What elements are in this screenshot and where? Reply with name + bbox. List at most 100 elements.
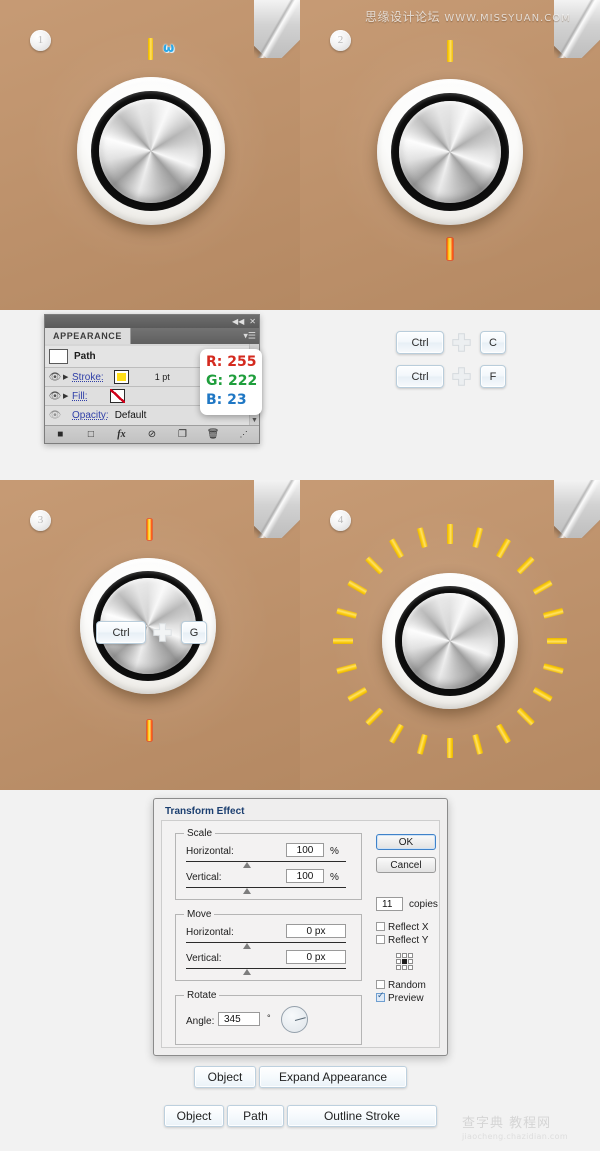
- checkbox-reflect-y[interactable]: Reflect Y: [376, 935, 428, 946]
- angle-dial[interactable]: [281, 1006, 308, 1033]
- anchor-cell-selected[interactable]: [402, 959, 407, 964]
- key-f[interactable]: F: [480, 365, 506, 388]
- artboard-panel-1: 1 ω: [0, 0, 300, 310]
- slider-thumb[interactable]: [243, 943, 251, 949]
- input-copies[interactable]: 11: [376, 897, 403, 911]
- anchor-cell[interactable]: [396, 965, 401, 970]
- panel-menu-icon[interactable]: ▾☰: [243, 331, 256, 341]
- close-icon[interactable]: ✕: [249, 317, 256, 326]
- menu-button-outline-stroke[interactable]: Outline Stroke: [287, 1105, 437, 1127]
- menu-button-expand-appearance[interactable]: Expand Appearance: [259, 1066, 407, 1088]
- key-g[interactable]: G: [181, 621, 207, 644]
- checkbox-box: [376, 980, 385, 989]
- slider-scale-vertical[interactable]: [186, 887, 346, 894]
- slider-thumb[interactable]: [243, 888, 251, 894]
- resize-grip-icon[interactable]: ⋰: [234, 430, 254, 439]
- radial-tick: [416, 733, 428, 755]
- opacity-value[interactable]: Default: [115, 410, 147, 421]
- key-ctrl-3[interactable]: Ctrl: [96, 621, 146, 644]
- row-label-fill[interactable]: Fill:: [72, 391, 88, 402]
- checkbox-preview[interactable]: Preview: [376, 990, 424, 1004]
- anchor-cell[interactable]: [396, 959, 401, 964]
- unit-scale-horizontal: %: [330, 846, 339, 857]
- input-scale-vertical[interactable]: 100: [286, 869, 324, 883]
- watermark-bottom-cn: 查字典 教程网: [462, 1116, 552, 1131]
- slider-thumb[interactable]: [243, 862, 251, 868]
- slider-move-horizontal[interactable]: [186, 942, 346, 949]
- duplicate-item-icon[interactable]: ❐: [173, 429, 193, 440]
- step-badge-3: 3: [30, 510, 51, 531]
- visibility-eye-icon[interactable]: 👁: [47, 372, 63, 383]
- radial-tick: [336, 663, 358, 675]
- input-move-vertical[interactable]: 0 px: [286, 950, 346, 964]
- rgb-red-value: R: 255: [206, 354, 257, 370]
- fieldset-scale: Scale Horizontal: 100 % Vertical: 100 %: [175, 828, 362, 900]
- radial-tick: [388, 723, 405, 744]
- fieldset-rotate: Rotate Angle: 345 °: [175, 990, 362, 1045]
- radial-tick: [542, 663, 564, 675]
- chrome-knob[interactable]: [77, 77, 225, 225]
- ok-button[interactable]: OK: [376, 834, 436, 850]
- radial-tick: [388, 538, 405, 559]
- label-scale-horizontal: Horizontal:: [186, 846, 234, 857]
- appearance-titlebar: ◀◀ ✕: [45, 315, 259, 328]
- appearance-tabrow: APPEARANCE ▾☰: [45, 328, 259, 344]
- disclosure-triangle-icon[interactable]: ▶: [63, 392, 72, 400]
- visibility-eye-icon[interactable]: 👁: [47, 391, 63, 402]
- add-effect-fx-icon[interactable]: fx: [111, 429, 131, 440]
- key-c[interactable]: C: [480, 331, 506, 354]
- key-ctrl-1[interactable]: Ctrl: [396, 331, 444, 354]
- dialog-inner-frame: Scale Horizontal: 100 % Vertical: 100 % …: [161, 820, 440, 1048]
- anchor-point-grid[interactable]: [396, 953, 413, 970]
- menu-button-object-2[interactable]: Object: [164, 1105, 224, 1127]
- label-copies: copies: [409, 899, 438, 910]
- cancel-button[interactable]: Cancel: [376, 857, 436, 873]
- checkbox-label: Random: [388, 980, 426, 991]
- fill-none-swatch[interactable]: [109, 389, 125, 403]
- label-rotate-angle: Angle:: [186, 1016, 215, 1027]
- stroke-weight-value[interactable]: 1 pt: [155, 372, 170, 382]
- collapse-icon[interactable]: ◀◀: [232, 317, 244, 326]
- slider-thumb[interactable]: [243, 969, 251, 975]
- menu-button-object-1[interactable]: Object: [194, 1066, 256, 1088]
- scroll-down-icon[interactable]: ▼: [251, 417, 258, 424]
- menu-button-path[interactable]: Path: [227, 1105, 284, 1127]
- label-scale-vertical: Vertical:: [186, 872, 222, 883]
- chrome-knob[interactable]: [377, 79, 523, 225]
- step-badge-2: 2: [330, 30, 351, 51]
- tick-mark-bottom-selected: [147, 720, 152, 741]
- input-rotate-angle[interactable]: 345: [218, 1012, 260, 1026]
- label-move-horizontal: Horizontal:: [186, 927, 234, 938]
- row-label-opacity[interactable]: Opacity:: [72, 410, 109, 421]
- radial-tick: [495, 723, 512, 744]
- add-new-stroke-icon[interactable]: ■: [50, 429, 70, 440]
- disclosure-triangle-icon[interactable]: ▶: [63, 373, 72, 381]
- input-move-horizontal[interactable]: 0 px: [286, 924, 346, 938]
- anchor-cell[interactable]: [402, 953, 407, 958]
- tab-appearance[interactable]: APPEARANCE: [45, 328, 132, 344]
- web-omega-icon: ω: [163, 41, 174, 56]
- watermark-top-cn: 思缘设计论坛: [365, 10, 441, 24]
- artboard-panel-2: 2: [300, 0, 600, 310]
- delete-item-icon[interactable]: 🗑: [203, 429, 223, 440]
- input-scale-horizontal[interactable]: 100: [286, 843, 324, 857]
- stroke-color-swatch[interactable]: [113, 370, 129, 384]
- slider-scale-horizontal[interactable]: [186, 861, 346, 868]
- anchor-cell[interactable]: [396, 953, 401, 958]
- visibility-eye-icon[interactable]: 👁: [47, 410, 63, 421]
- anchor-cell[interactable]: [408, 959, 413, 964]
- slider-move-vertical[interactable]: [186, 968, 346, 975]
- add-new-fill-icon[interactable]: □: [81, 429, 101, 440]
- row-label-stroke[interactable]: Stroke:: [72, 372, 104, 383]
- transform-effect-dialog[interactable]: Transform Effect Scale Horizontal: 100 %…: [153, 798, 448, 1056]
- rgb-color-callout: R: 255 G: 222 B: 23: [200, 349, 262, 415]
- anchor-cell[interactable]: [408, 953, 413, 958]
- path-thumbnail: [49, 349, 68, 364]
- chrome-knob[interactable]: [382, 573, 518, 709]
- key-ctrl-2[interactable]: Ctrl: [396, 365, 444, 388]
- anchor-cell[interactable]: [408, 965, 413, 970]
- anchor-cell[interactable]: [402, 965, 407, 970]
- checkbox-reflect-x[interactable]: Reflect X: [376, 922, 429, 933]
- artboard-panel-4: 4: [300, 480, 600, 790]
- clear-appearance-icon[interactable]: ⊘: [142, 429, 162, 440]
